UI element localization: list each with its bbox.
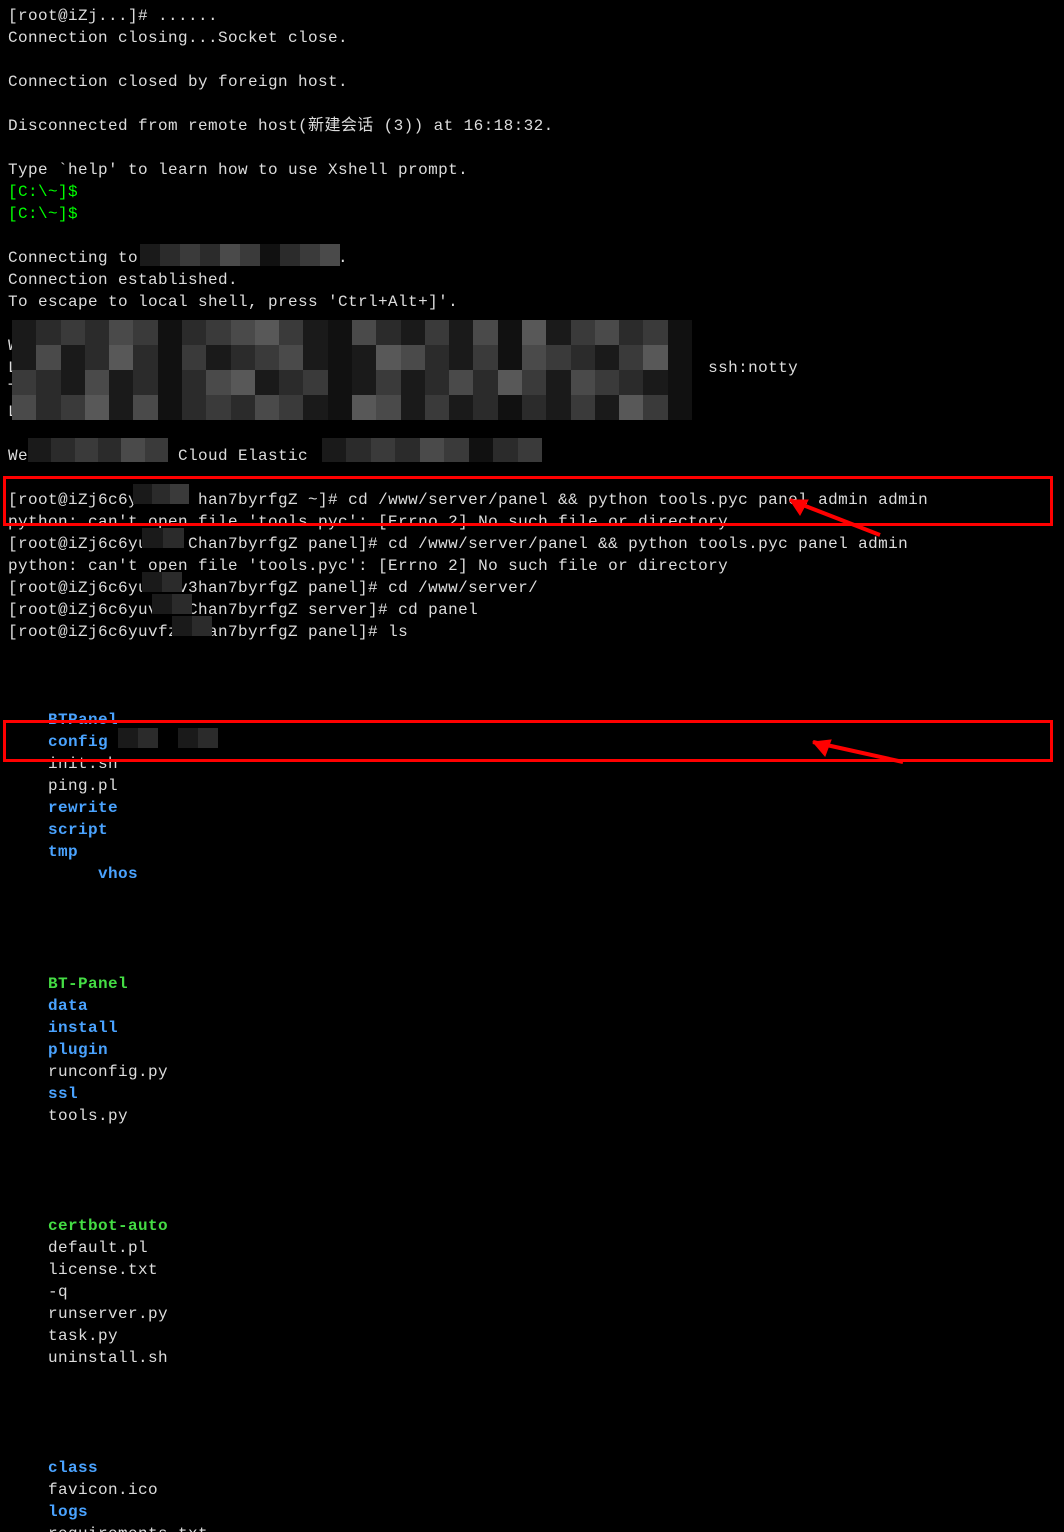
prompt-line: [C:\~]$: [8, 203, 1056, 225]
file-entry: requirements.txt: [48, 1523, 246, 1532]
file-entry: init.sh: [48, 753, 200, 775]
exec-entry: certbot-auto: [48, 1215, 196, 1237]
censored-region: [152, 594, 192, 614]
dir-entry: data: [48, 995, 190, 1017]
terminal-line: [root@iZj...]# ......: [8, 5, 1056, 27]
file-entry: runserver.py: [48, 1303, 218, 1325]
dir-entry: install: [48, 1017, 200, 1039]
file-entry: license.txt: [48, 1259, 200, 1281]
censored-region: [12, 320, 692, 420]
terminal-line: Connection established.: [8, 269, 1056, 291]
censored-region: [178, 728, 218, 748]
dir-entry: tmp: [48, 841, 78, 863]
file-entry: favicon.ico: [48, 1479, 190, 1501]
terminal-line: Connection closed by foreign host.: [8, 71, 1056, 93]
file-entry: uninstall.sh: [48, 1347, 168, 1369]
file-entry: -q: [48, 1281, 246, 1303]
censored-region: [322, 438, 542, 462]
censored-region: [140, 244, 340, 266]
file-entry: tools.py: [48, 1105, 128, 1127]
terminal-line: Connection closing...Socket close.: [8, 27, 1056, 49]
censored-region: [28, 438, 168, 462]
prompt-command: [root@iZj6c6yuvfz an7byrfgZ panel]# ls: [8, 621, 1056, 643]
censored-region: [133, 484, 189, 504]
censored-region: [142, 572, 182, 592]
blank-line: [8, 137, 1056, 159]
dir-entry: rewrite: [48, 797, 218, 819]
censored-region: [118, 728, 158, 748]
blank-line: [8, 49, 1056, 71]
file-entry: runconfig.py: [48, 1061, 218, 1083]
terminal-line: To escape to local shell, press 'Ctrl+Al…: [8, 291, 1056, 313]
exec-entry: BT-Panel: [48, 973, 196, 995]
prompt-line: [C:\~]$: [8, 181, 1056, 203]
file-entry: ping.pl: [48, 775, 246, 797]
terminal-line: Disconnected from remote host(新建会话 (3)) …: [8, 115, 1056, 137]
file-entry: task.py: [48, 1325, 150, 1347]
ls-output: BTPanel config init.sh ping.pl rewrite s…: [8, 643, 1056, 1532]
dir-entry: script: [48, 819, 150, 841]
censored-region: [172, 616, 212, 636]
dir-entry: logs: [48, 1501, 200, 1523]
blank-line: [8, 93, 1056, 115]
dir-entry: plugin: [48, 1039, 246, 1061]
censored-region: [142, 528, 184, 548]
file-entry: default.pl: [48, 1237, 190, 1259]
dir-entry: vhos: [48, 863, 138, 885]
dir-entry: ssl: [48, 1083, 150, 1105]
dir-entry: class: [48, 1457, 196, 1479]
terminal-line: Type `help' to learn how to use Xshell p…: [8, 159, 1056, 181]
